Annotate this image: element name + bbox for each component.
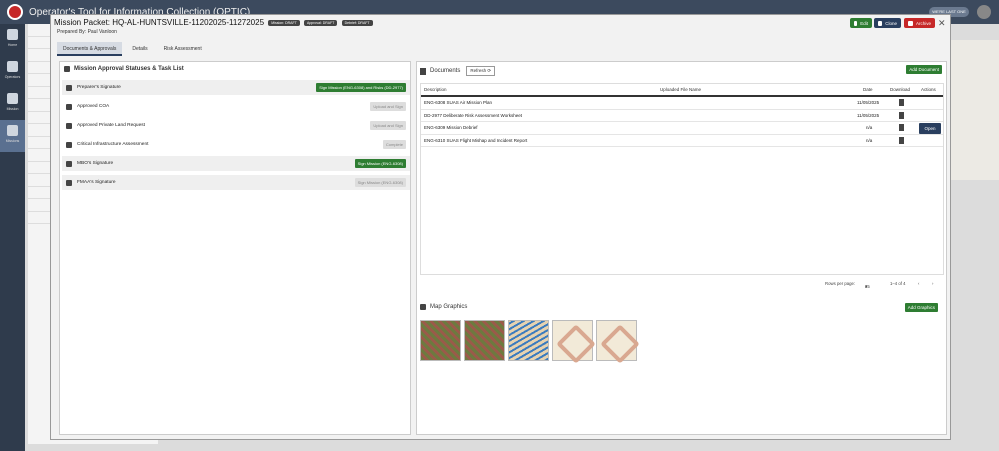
- lock-icon: [66, 122, 72, 129]
- tab-documents-approvals[interactable]: Documents & Approvals: [57, 42, 123, 56]
- status-badge-mission: Mission: DRAFT: [268, 19, 300, 26]
- fmaa-sign-button[interactable]: Sign Mission (ENG-6308): [354, 178, 406, 187]
- col-download: Download: [890, 87, 911, 92]
- col-file-name: Uploaded File Name: [660, 87, 702, 92]
- map-graphic-thumbnail[interactable]: [596, 320, 637, 361]
- left-nav: Home Operators Mission Missions: [0, 24, 25, 451]
- table-row: ENG-6309 Mission Debrief n/a Open: [421, 122, 943, 135]
- upload-sign-land-button[interactable]: Upload and Sign: [370, 121, 406, 130]
- approval-row: Approved Private Land Request Upload and …: [62, 118, 410, 133]
- refresh-button[interactable]: Refresh ⟳: [466, 66, 496, 76]
- signature-icon: [66, 84, 72, 91]
- clone-button[interactable]: Clone: [874, 18, 901, 28]
- download-icon[interactable]: [899, 124, 904, 131]
- table-pager: Rows per page: 25 ▾ 1–4 of 4 ‹ ›: [825, 281, 934, 289]
- pencil-icon: [854, 20, 858, 26]
- map-graphic-thumbnail[interactable]: [420, 320, 461, 361]
- document-icon: [420, 67, 426, 75]
- chevron-left-icon[interactable]: ‹: [918, 281, 919, 286]
- folder-icon: [7, 125, 18, 136]
- status-badge-debrief: Debrief: DRAFT: [341, 19, 373, 26]
- refresh-icon: ⟳: [487, 68, 492, 73]
- approval-row: Preparer's Signature Sign Mission (ENG-63…: [62, 80, 410, 95]
- edit-button[interactable]: Edit: [850, 18, 872, 28]
- archive-icon: [908, 20, 913, 26]
- mbo-sign-button[interactable]: Sign Mission (ENG-6308): [354, 159, 406, 168]
- upload-sign-coa-button[interactable]: Upload and Sign: [370, 102, 406, 111]
- user-check-icon: [64, 66, 70, 72]
- copy-icon: [878, 20, 883, 26]
- nav-mission[interactable]: Mission: [0, 88, 25, 120]
- approvals-title: Mission Approval Statuses & Task List: [74, 66, 184, 72]
- archive-button[interactable]: Archive: [904, 18, 935, 28]
- nav-home[interactable]: Home: [0, 24, 25, 56]
- download-icon[interactable]: [899, 136, 904, 144]
- map-graphic-thumbnail[interactable]: [508, 320, 549, 361]
- home-icon: [7, 29, 18, 40]
- mission-packet-modal: Mission Packet: HQ-AL-HUNTSVILLE-1120202…: [50, 14, 951, 440]
- aircraft-icon: [7, 93, 18, 104]
- table-row: DD-2977 Deliberate Risk Assessment Works…: [421, 110, 943, 122]
- users-icon: [7, 61, 18, 72]
- nav-operators[interactable]: Operators: [0, 56, 25, 88]
- prepared-by: Prepared By: Paul Vanloon: [57, 29, 117, 35]
- status-badge-approval: Approval: DRAFT: [303, 19, 338, 26]
- modal-tabs: Documents & Approvals Details Risk Asses…: [57, 42, 208, 56]
- pager-range: 1–4 of 4: [890, 281, 906, 286]
- table-row: ENG-6310 SUAS Flight Mishap and Incident…: [421, 135, 943, 147]
- col-description: Description: [424, 87, 447, 92]
- approval-row: Critical Infrastructure Assessment Comple…: [62, 137, 410, 152]
- table-row: ENG-6308 SUAS Air Mission Plan 11/05/202…: [421, 97, 943, 110]
- complete-assessment-button[interactable]: Complete: [382, 140, 406, 149]
- chevron-right-icon[interactable]: ›: [932, 281, 933, 286]
- app-logo: [7, 4, 23, 20]
- documents-table: Description Uploaded File Name Date Down…: [420, 83, 944, 275]
- signature-icon: [66, 160, 72, 167]
- map-icon: [420, 304, 426, 310]
- col-date: Date: [863, 87, 873, 92]
- approvals-panel: Mission Approval Statuses & Task List Pr…: [59, 61, 411, 435]
- signature-icon: [66, 179, 72, 186]
- building-icon: [66, 141, 72, 148]
- tab-details[interactable]: Details: [126, 42, 153, 56]
- map-graphics-thumbnails: [420, 320, 637, 361]
- tab-risk-assessment[interactable]: Risk Assessment: [158, 42, 208, 56]
- modal-title: Mission Packet: HQ-AL-HUNTSVILLE-1120202…: [54, 18, 265, 27]
- documents-panel: Documents Refresh ⟳ Add Document Descrip…: [416, 61, 947, 435]
- approval-row: MBO's Signature Sign Mission (ENG-6308): [62, 156, 410, 171]
- download-icon[interactable]: [899, 99, 904, 106]
- chevron-down-icon: ▾: [865, 284, 868, 289]
- approval-row: FMAA's Signature Sign Mission (ENG-6308): [62, 175, 410, 190]
- map-graphics-title: Map Graphics: [430, 304, 468, 310]
- add-graphics-button[interactable]: Add Graphics: [904, 303, 938, 312]
- approval-row: Approved COA Upload and Sign: [62, 99, 410, 114]
- modal-header: Mission Packet: HQ-AL-HUNTSVILLE-1120202…: [51, 15, 950, 39]
- map-graphic-thumbnail[interactable]: [552, 320, 593, 361]
- table-header: Description Uploaded File Name Date Down…: [421, 84, 943, 97]
- rows-per-page-label: Rows per page:: [825, 281, 856, 286]
- check-icon: [66, 103, 72, 110]
- documents-title: Documents: [430, 68, 461, 74]
- open-button[interactable]: Open: [919, 122, 941, 134]
- close-icon[interactable]: ✕: [938, 18, 946, 29]
- download-icon[interactable]: [899, 111, 904, 119]
- add-document-button[interactable]: Add Document: [906, 65, 942, 74]
- nav-missions[interactable]: Missions: [0, 120, 25, 152]
- col-actions: Actions: [921, 87, 936, 92]
- map-graphic-thumbnail[interactable]: [464, 320, 505, 361]
- sign-mission-risks-button[interactable]: Sign Mission (ENG-6308) and Risks (DD-29…: [316, 83, 406, 92]
- avatar[interactable]: [977, 5, 991, 19]
